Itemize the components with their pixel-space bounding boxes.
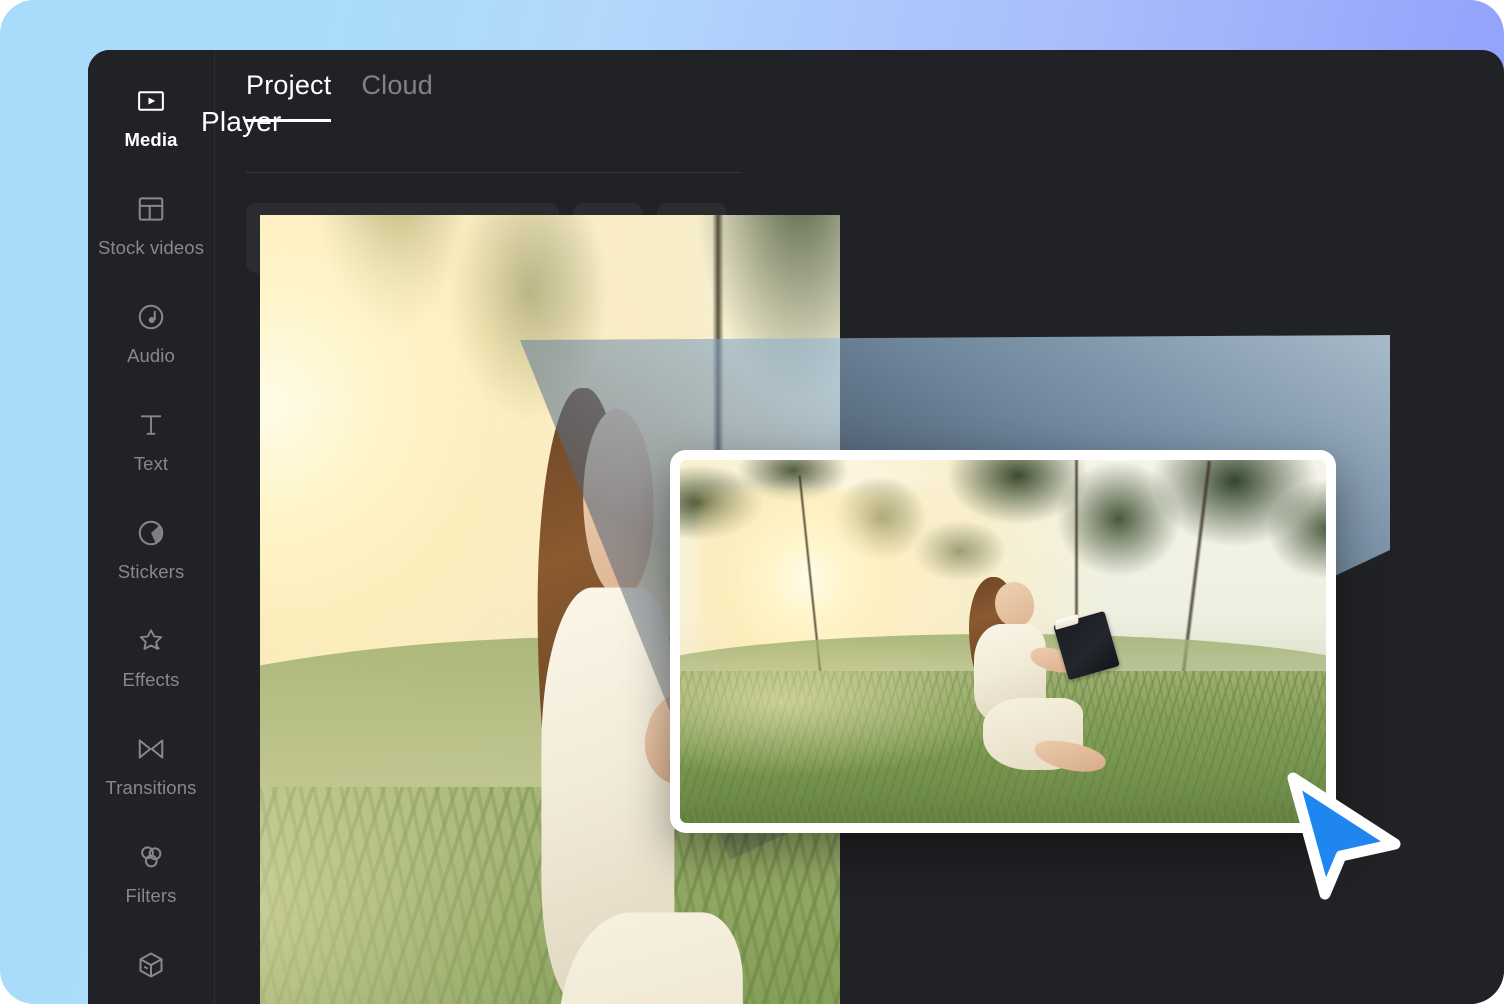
bowtie-transition-icon [136,734,166,764]
sidebar-item-stock-videos[interactable]: Stock videos [88,194,214,302]
sidebar-item-3d[interactable] [88,950,214,1004]
three-circles-icon [136,842,166,872]
drag-preview-card[interactable] [670,450,1336,833]
sidebar-item-label: Audio [127,345,175,366]
sidebar-item-label: Stickers [117,561,185,582]
sidebar-item-filters[interactable]: Filters [88,842,214,950]
sidebar-item-label: Stock videos [97,237,205,258]
screenshot-stage: Media Stock videos Audio Text Stickers E… [0,0,1504,1004]
sidebar-rail: Media Stock videos Audio Text Stickers E… [88,50,215,1004]
sidebar-item-label: Effects [122,669,180,690]
sidebar-item-stickers[interactable]: Stickers [88,518,214,626]
media-player-icon [136,86,166,116]
sidebar-item-label: Media [124,129,178,150]
sidebar-item-text[interactable]: Text [88,410,214,518]
music-note-icon [136,302,166,332]
player-title: Player [201,106,282,137]
sidebar-item-label: Transitions [105,777,197,798]
sidebar-item-media[interactable]: Media [88,86,214,194]
sparkle-star-icon [136,626,166,656]
sidebar-item-label: Text [133,453,169,474]
sidebar-item-transitions[interactable]: Transitions [88,734,214,842]
sidebar-item-audio[interactable]: Audio [88,302,214,410]
drag-card-photo [680,460,1326,823]
cube-3d-icon [136,950,166,980]
sidebar-item-label: Filters [125,885,177,906]
layout-grid-icon [136,194,166,224]
drag-preview-image [680,460,1326,823]
tab-cloud[interactable]: Cloud [361,70,433,122]
tab-divider [246,172,740,173]
sidebar-item-effects[interactable]: Effects [88,626,214,734]
sticker-circle-icon [136,518,166,548]
text-t-icon [136,410,166,440]
